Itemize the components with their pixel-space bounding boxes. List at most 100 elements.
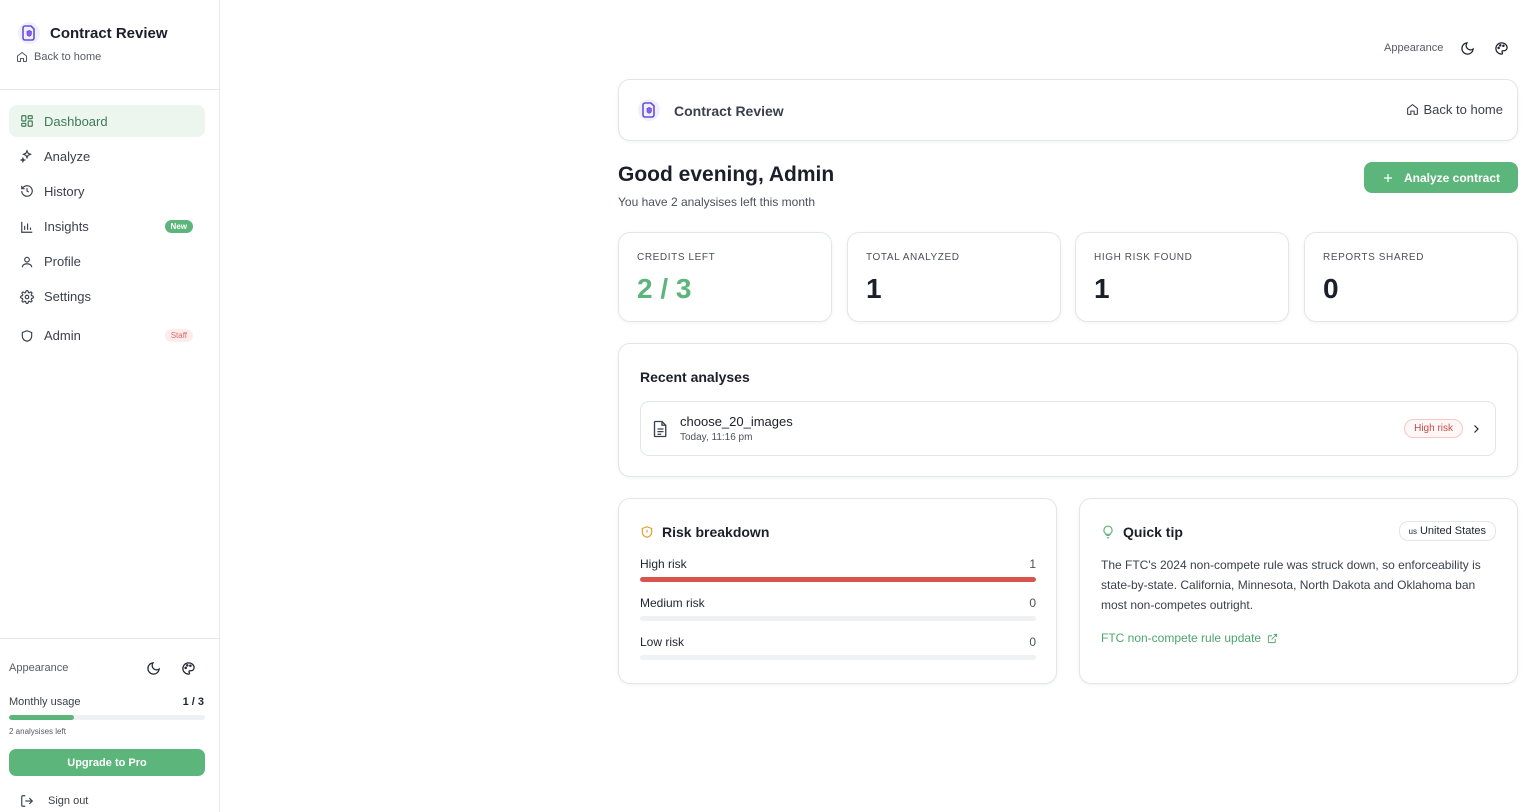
page-subtitle: You have 2 analysises left this month xyxy=(618,195,816,209)
analyses-left-text: 2 analysises left xyxy=(9,727,66,736)
back-to-home-label: Back to home xyxy=(1423,102,1504,117)
brand[interactable]: Contract Review xyxy=(16,20,168,46)
risk-label: High risk xyxy=(640,557,687,571)
moon-icon[interactable] xyxy=(1460,41,1475,61)
shield-document-icon xyxy=(637,98,661,127)
sidebar-item-label: Analyze xyxy=(44,148,91,164)
stat-value: 0 xyxy=(1323,273,1339,304)
stat-value: 1 xyxy=(1094,273,1110,304)
ftc-rule-link-label: FTC non-compete rule update xyxy=(1101,631,1262,645)
sidebar-item-label: Settings xyxy=(44,289,91,305)
appearance-label: Appearance xyxy=(1384,42,1444,54)
risk-bar xyxy=(640,616,1036,621)
gear-icon xyxy=(20,289,34,304)
sidebar-item-admin[interactable]: Admin Staff xyxy=(9,320,205,352)
stat-label: HIGH RISK FOUND xyxy=(1094,252,1193,263)
analysis-date: Today, 11:16 pm xyxy=(680,432,753,443)
quick-tip-body: The FTC's 2024 non-compete rule was stru… xyxy=(1101,558,1481,612)
stat-card-credits: CREDITS LEFT 2 / 3 xyxy=(618,232,832,322)
sidebar: Contract Review Back to home Dashboard A… xyxy=(0,0,220,812)
sidebar-item-settings[interactable]: Settings xyxy=(9,281,205,313)
shield-icon xyxy=(21,330,33,342)
palette-icon[interactable] xyxy=(181,661,196,681)
dashboard-icon xyxy=(21,115,33,127)
stat-label: TOTAL ANALYZED xyxy=(866,252,960,263)
stat-label: CREDITS LEFT xyxy=(637,252,716,263)
risk-breakdown-card: Risk breakdown High risk 1 Medium risk 0… xyxy=(618,498,1057,684)
chevron-right-icon xyxy=(1470,422,1482,440)
sign-out-button[interactable]: Sign out xyxy=(20,794,88,808)
back-to-home-link[interactable]: Back to home xyxy=(1406,102,1504,117)
sidebar-item-label: Insights xyxy=(44,219,89,235)
monthly-usage-count: 1 / 3 xyxy=(182,696,204,708)
sidebar-item-dashboard[interactable]: Dashboard xyxy=(9,105,205,137)
region-label: United States xyxy=(1419,525,1486,537)
sign-out-icon xyxy=(21,795,34,807)
recent-analyses-title: Recent analyses xyxy=(640,369,750,385)
risk-bar xyxy=(640,655,1036,660)
flag-label: us xyxy=(1408,527,1417,536)
risk-breakdown-title: Risk breakdown xyxy=(662,524,770,540)
monthly-usage-label: Monthly usage xyxy=(9,696,81,708)
sidebar-nav: Dashboard Analyze History Insights New P… xyxy=(9,105,205,355)
sidebar-item-profile[interactable]: Profile xyxy=(9,246,205,278)
bar-chart-icon xyxy=(21,221,33,233)
divider xyxy=(0,638,219,639)
risk-count: 1 xyxy=(1029,557,1036,571)
home-icon xyxy=(17,51,27,62)
stat-value: 2 / 3 xyxy=(637,273,692,304)
sidebar-item-history[interactable]: History xyxy=(9,175,205,207)
upgrade-to-pro-button[interactable]: Upgrade to Pro xyxy=(9,749,205,776)
quick-tip-card: Quick tip us United States The FTC's 2024… xyxy=(1079,498,1518,684)
region-selector[interactable]: us United States xyxy=(1398,521,1496,541)
analyze-contract-label: Analyze contract xyxy=(1403,170,1501,185)
home-icon xyxy=(1406,103,1418,115)
external-link-icon xyxy=(1268,633,1278,643)
sidebar-item-label: Admin xyxy=(44,328,81,344)
sidebar-item-insights[interactable]: Insights New xyxy=(9,211,205,243)
lightbulb-icon xyxy=(1103,525,1113,539)
stat-label: REPORTS SHARED xyxy=(1323,252,1425,263)
back-to-home-link[interactable]: Back to home xyxy=(16,51,101,63)
back-to-home-label: Back to home xyxy=(34,51,102,63)
palette-icon[interactable] xyxy=(1494,41,1509,61)
shield-document-icon xyxy=(16,20,42,46)
header-card: Contract Review Back to home xyxy=(618,79,1518,141)
stat-card-total-analyzed: TOTAL ANALYZED 1 xyxy=(847,232,1061,322)
risk-count: 0 xyxy=(1029,596,1036,610)
quick-tip-header: Quick tip xyxy=(1101,524,1183,540)
sign-out-label: Sign out xyxy=(48,795,89,807)
stat-value: 1 xyxy=(866,273,882,304)
sidebar-item-analyze[interactable]: Analyze xyxy=(9,140,205,172)
risk-badge: High risk xyxy=(1404,419,1463,438)
analyze-contract-button[interactable]: Analyze contract xyxy=(1364,162,1518,193)
risk-count: 0 xyxy=(1029,635,1036,649)
staff-badge: Staff xyxy=(164,328,193,342)
plus-icon xyxy=(1383,173,1392,182)
quick-tip-title: Quick tip xyxy=(1123,524,1183,540)
page-title: Good evening, Admin xyxy=(618,163,835,186)
stat-card-high-risk: HIGH RISK FOUND 1 xyxy=(1075,232,1289,322)
moon-icon[interactable] xyxy=(146,661,161,681)
shield-alert-icon xyxy=(641,526,653,538)
user-icon xyxy=(21,256,33,268)
sparkles-icon xyxy=(20,149,32,164)
sidebar-item-label: Profile xyxy=(44,254,81,270)
stat-card-reports-shared: REPORTS SHARED 0 xyxy=(1304,232,1518,322)
sidebar-item-label: History xyxy=(44,183,85,199)
list-item[interactable]: choose_20_images Today, 11:16 pm High ri… xyxy=(640,401,1496,456)
usage-progress-fill xyxy=(9,715,75,720)
appearance-label: Appearance xyxy=(9,662,69,674)
analysis-name: choose_20_images xyxy=(680,414,793,429)
new-badge: New xyxy=(164,219,193,233)
risk-label: Medium risk xyxy=(640,596,705,610)
risk-bar xyxy=(640,577,1036,582)
sidebar-item-label: Dashboard xyxy=(44,113,108,129)
recent-analyses-card: Recent analyses choose_20_images Today, … xyxy=(618,343,1518,477)
history-icon xyxy=(21,185,33,198)
document-icon xyxy=(653,420,668,443)
brand-title: Contract Review xyxy=(50,24,168,42)
ftc-rule-link[interactable]: FTC non-compete rule update xyxy=(1101,631,1278,645)
header-title: Contract Review xyxy=(674,103,784,119)
divider xyxy=(0,89,219,90)
